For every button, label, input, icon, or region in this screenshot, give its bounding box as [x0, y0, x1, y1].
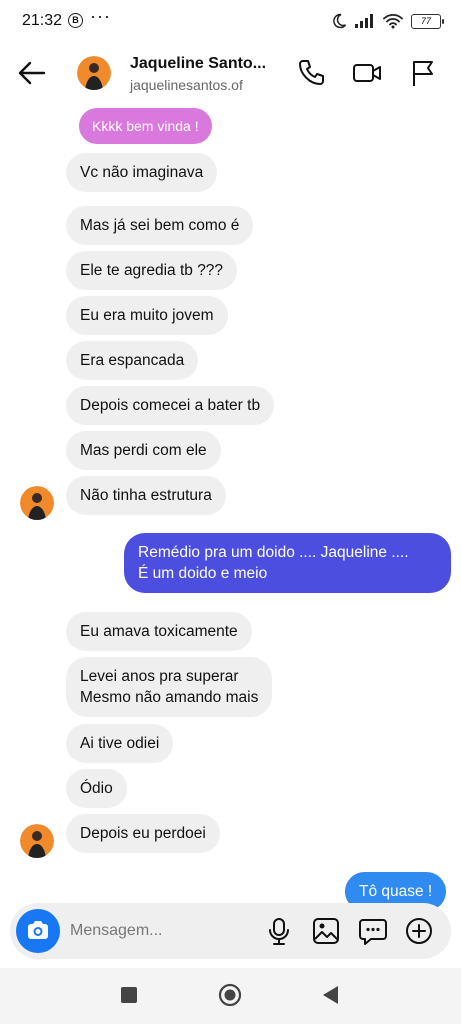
message-bubble-incoming[interactable]: Eu amava toxicamente: [66, 612, 252, 651]
signal-icon: [355, 14, 373, 28]
message-input[interactable]: [70, 911, 260, 951]
message-line: É um doido e meio: [138, 565, 268, 582]
message-bubble-incoming[interactable]: Depois comecei a bater tb: [66, 386, 275, 425]
message-bubble-incoming[interactable]: Mas perdi com ele: [66, 431, 221, 470]
message-line: Levei anos pra superar: [80, 668, 239, 685]
chat-header: Jaqueline Santo... jaquelinesantos.of: [0, 42, 461, 104]
battery-icon: 77: [411, 13, 444, 29]
message-bubble-incoming[interactable]: Não tinha estrutura: [66, 476, 226, 515]
status-time: 21:32: [22, 12, 63, 29]
video-camera-icon[interactable]: [352, 58, 382, 88]
avatar-image: [20, 824, 54, 858]
avatar-image: [77, 56, 111, 90]
contact-username[interactable]: jaquelinesantos.of: [130, 77, 243, 93]
sender-avatar[interactable]: [20, 486, 54, 520]
message-bubble-incoming[interactable]: Depois eu perdoei: [66, 814, 220, 853]
message-bubble-outgoing[interactable]: Remédio pra um doido .... Jaqueline ....…: [124, 533, 451, 593]
bluetooth-badge-icon: B: [68, 13, 83, 28]
wifi-icon: [383, 14, 403, 29]
replied-message-bubble[interactable]: Kkkk bem vinda !: [79, 108, 212, 144]
flag-icon[interactable]: [408, 58, 438, 88]
camera-icon: [28, 921, 48, 939]
message-line: Mesmo não amando mais: [80, 689, 259, 706]
sender-avatar[interactable]: [20, 824, 54, 858]
system-navigation-bar: [0, 968, 461, 1024]
home-icon[interactable]: [218, 983, 242, 1007]
camera-button[interactable]: [16, 909, 60, 953]
message-bubble-incoming[interactable]: Vc não imaginava: [66, 153, 218, 192]
more-notifications-icon: ···: [90, 6, 111, 26]
microphone-icon[interactable]: [264, 916, 294, 946]
message-bubble-incoming[interactable]: Ódio: [66, 769, 127, 808]
message-bubble-incoming[interactable]: Era espancada: [66, 341, 199, 380]
moon-icon: [333, 13, 347, 29]
plus-icon[interactable]: [404, 916, 434, 946]
status-bar: 21:32 B ··· 77: [0, 0, 461, 42]
contact-name[interactable]: Jaqueline Santo...: [130, 55, 266, 73]
message-bubble-incoming[interactable]: Mas já sei bem como é: [66, 206, 254, 245]
avatar[interactable]: [77, 56, 111, 90]
avatar-image: [20, 486, 54, 520]
message-bubble-incoming[interactable]: Levei anos pra superar Mesmo não amando …: [66, 657, 273, 717]
message-bubble-incoming[interactable]: Eu era muito jovem: [66, 296, 228, 335]
system-back-icon[interactable]: [320, 984, 340, 1006]
back-arrow-icon[interactable]: [14, 56, 50, 90]
status-right-group: 77: [331, 12, 444, 30]
message-bubble-incoming[interactable]: Ai tive odiei: [66, 724, 174, 763]
recent-apps-icon[interactable]: [120, 986, 138, 1004]
sticker-icon[interactable]: [358, 916, 388, 946]
message-line: Remédio pra um doido .... Jaqueline ....: [138, 544, 409, 561]
gallery-icon[interactable]: [311, 916, 341, 946]
message-composer: [10, 903, 451, 959]
phone-icon[interactable]: [296, 58, 326, 88]
message-bubble-incoming[interactable]: Ele te agredia tb ???: [66, 251, 238, 290]
